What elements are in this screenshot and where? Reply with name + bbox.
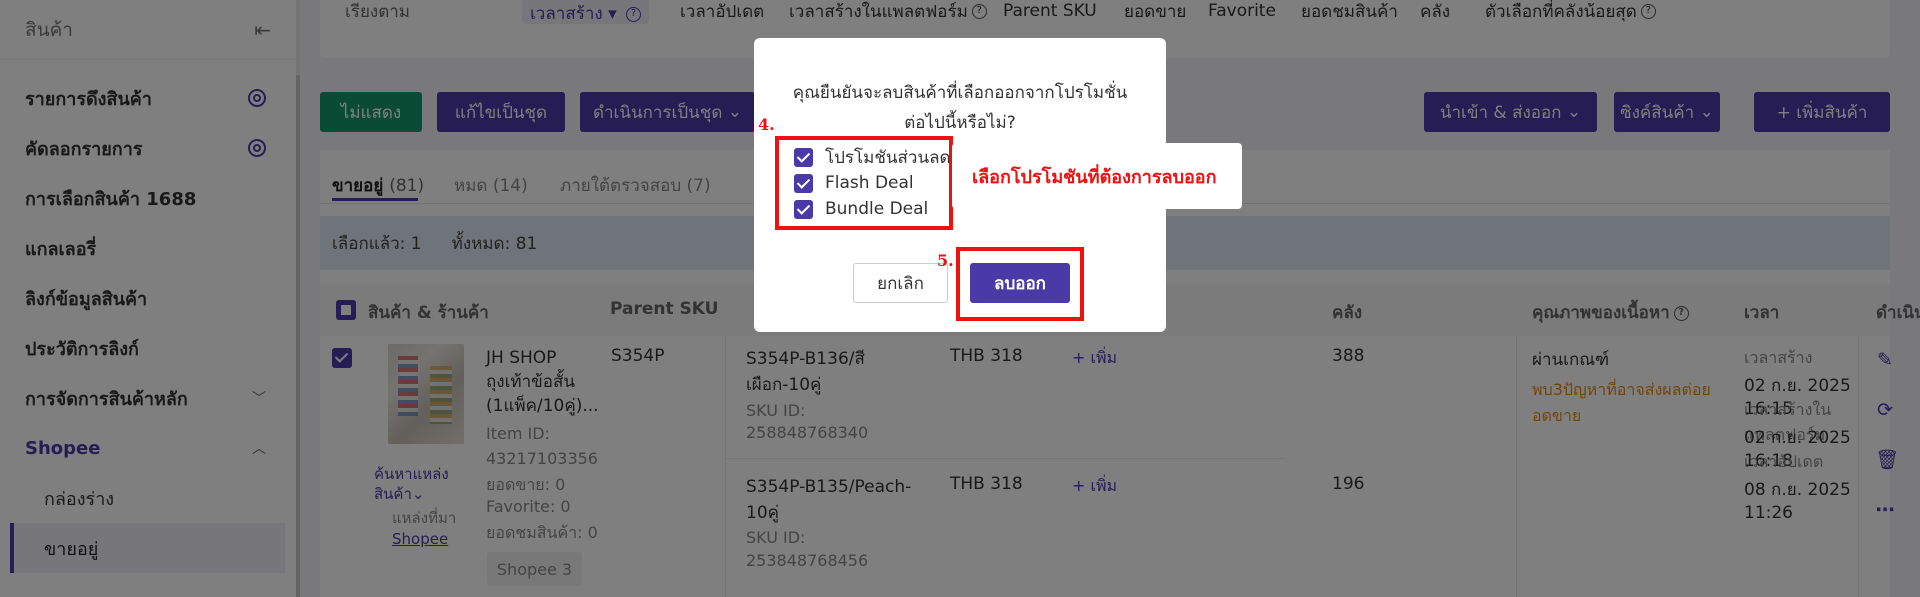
cancel-button[interactable]: ยกเลิก [853,263,948,303]
highlight-promotion-options [775,136,953,230]
instruction-callout: เลือกโปรโมชันที่ต้องการลบออก [952,143,1242,209]
dialog-message: คุณยืนยันจะลบสินค้าที่เลือกออกจากโปรโมชั… [754,78,1166,138]
highlight-remove-button [956,247,1084,321]
step-4-marker: 4. [758,115,775,134]
dialog-message-line1: คุณยืนยันจะลบสินค้าที่เลือกออกจากโปรโมชั… [792,83,1128,103]
dialog-message-line2: ต่อไปนี้หรือไม่? [904,113,1016,133]
step-5-marker: 5. [937,251,954,270]
